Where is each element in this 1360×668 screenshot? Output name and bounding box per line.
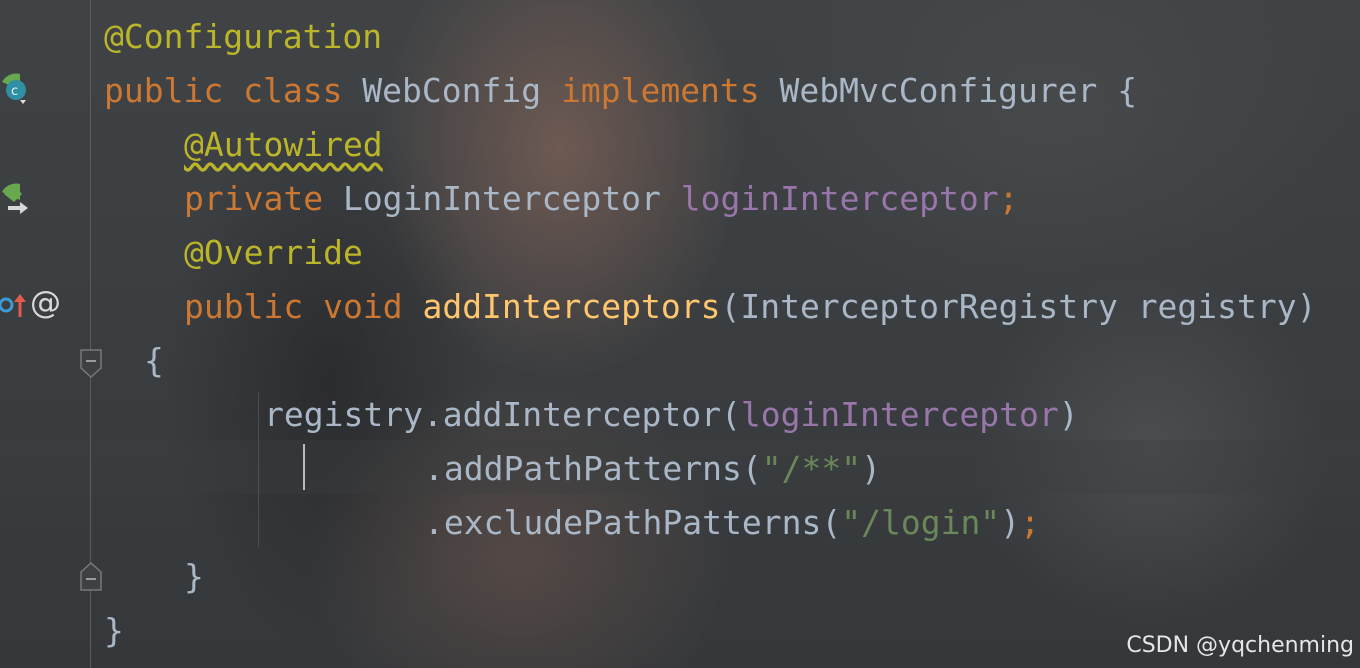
code-token: void [323,287,403,326]
code-token: public [104,71,224,110]
code-token: } [104,611,124,650]
code-line-3[interactable]: @Autowired [184,118,383,172]
code-token: @Configuration [104,17,383,56]
code-token: addInterceptors [422,287,721,326]
code-line-5[interactable]: @Override [184,226,363,280]
code-line-2[interactable]: public class WebConfig implements WebMvc… [104,64,1137,118]
code-token: .addPathPatterns( [424,449,762,488]
code-token: LoginInterceptor [323,179,681,218]
code-token: WebMvcConfigurer { [759,71,1138,110]
svg-text:c: c [11,84,18,99]
indent-guide [258,392,259,548]
code-token: ) [1058,395,1079,434]
code-line-8[interactable]: registry.addInterceptor(loginInterceptor… [264,388,1079,442]
code-line-4[interactable]: private LoginInterceptor loginIntercepto… [184,172,1018,226]
code-token: loginInterceptor [680,179,999,218]
code-token: WebConfig [342,71,561,110]
watermark: CSDN @yqchenming [1126,633,1354,658]
code-line-11[interactable]: } [184,550,204,604]
code-token: { [144,341,164,380]
annotation-at-icon[interactable]: @ [30,283,61,323]
code-token: private [184,179,324,218]
code-token: loginInterceptor [740,395,1059,434]
code-token: implements [560,71,760,110]
code-token: public [184,287,304,326]
code-token: class [243,71,343,110]
override-method-icon[interactable] [0,290,30,320]
code-token: "/**" [761,449,862,488]
fold-start-icon[interactable] [79,348,103,380]
code-token: } [184,557,204,596]
spring-bean-class-icon[interactable]: c [0,70,34,108]
code-line-6[interactable]: public void addInterceptors(InterceptorR… [184,280,1317,334]
code-line-10[interactable]: .excludePathPatterns("/login"); [424,496,1040,550]
code-token: (InterceptorRegistry registry) [720,287,1317,326]
code-token: @Autowired [184,125,383,164]
code-token: ; [1020,503,1040,542]
code-line-7[interactable]: { [144,334,164,388]
code-line-9[interactable]: .addPathPatterns("/**") [424,442,881,496]
code-line-1[interactable]: @Configuration [104,10,382,64]
fold-end-icon[interactable] [79,560,103,592]
code-token: .excludePathPatterns( [424,503,842,542]
spring-autowired-navigate-icon[interactable] [0,180,34,218]
code-token: ) [861,449,881,488]
code-token: ; [998,179,1019,218]
code-token: registry.addInterceptor( [264,395,741,434]
code-token: "/login" [841,503,1001,542]
code-token: @Override [184,233,363,272]
text-caret [303,444,305,490]
code-line-12[interactable]: } [104,604,124,658]
code-token: ) [1000,503,1021,542]
